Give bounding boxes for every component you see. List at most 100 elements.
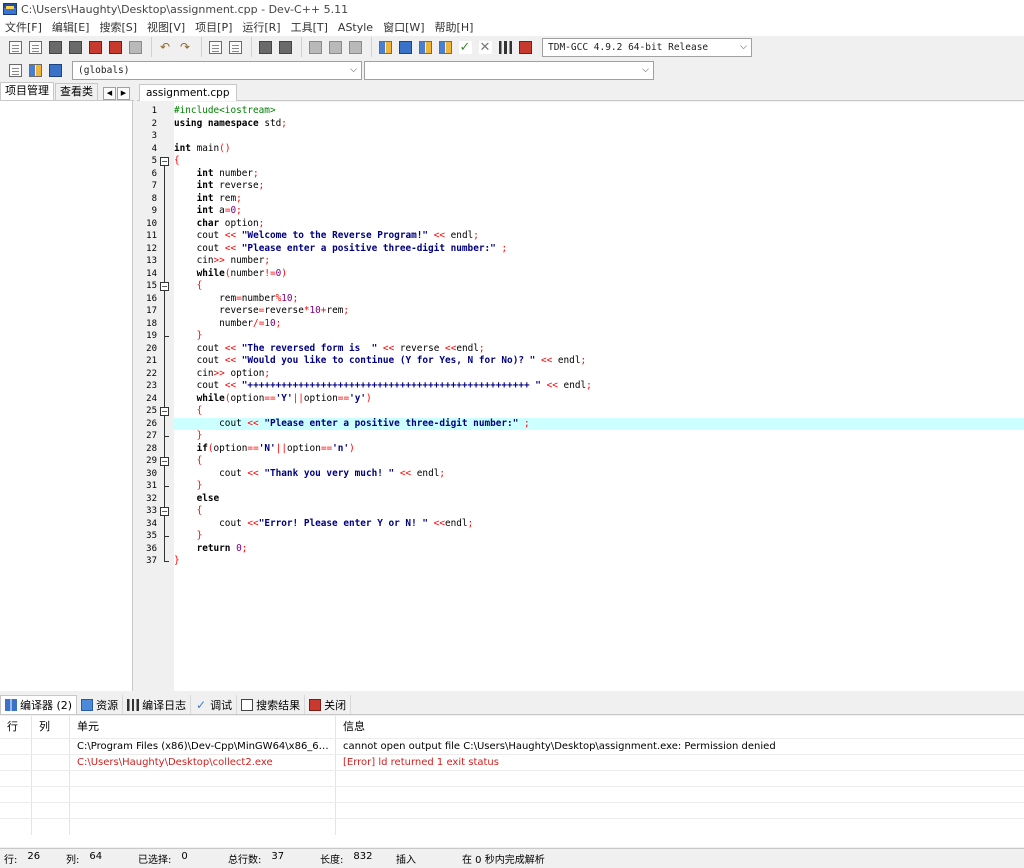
compile-run-button[interactable]: [416, 38, 434, 56]
tab-compile-log[interactable]: 编译日志: [123, 695, 192, 714]
tab-resources[interactable]: 资源: [77, 695, 124, 714]
menu-window[interactable]: 窗口[W]: [378, 19, 429, 35]
code-line[interactable]: int reverse;: [174, 180, 1024, 193]
run-button[interactable]: [396, 38, 414, 56]
tab-class-browser[interactable]: 查看类: [55, 83, 98, 100]
code-line[interactable]: [174, 130, 1024, 143]
project-tree[interactable]: [0, 101, 133, 691]
code-line[interactable]: cout << "The reversed form is " << rever…: [174, 343, 1024, 356]
code-line[interactable]: while(number!=0): [174, 268, 1024, 281]
editor-tab-assignment[interactable]: assignment.cpp: [139, 84, 237, 101]
close-file-button[interactable]: [86, 38, 104, 56]
code-line[interactable]: cout <<"Error! Please enter Y or N! " <<…: [174, 518, 1024, 531]
menu-astyle[interactable]: AStyle: [333, 21, 378, 34]
fold-toggle-icon[interactable]: −: [160, 282, 169, 291]
syntax-check-button[interactable]: ✓: [456, 38, 474, 56]
project-options-button[interactable]: [46, 61, 64, 79]
fold-toggle-icon[interactable]: −: [160, 407, 169, 416]
code-line[interactable]: if(option=='N'||option=='n'): [174, 443, 1024, 456]
header-message[interactable]: 信息: [336, 716, 1024, 738]
stop-button[interactable]: ✕: [476, 38, 494, 56]
compiler-select[interactable]: TDM-GCC 4.9.2 64-bit Release ⌵: [542, 37, 752, 57]
replace-button[interactable]: [226, 38, 244, 56]
code-line[interactable]: else: [174, 493, 1024, 506]
fold-toggle-icon[interactable]: −: [160, 457, 169, 466]
toggle-fullscreen-button[interactable]: [276, 38, 294, 56]
scope-select[interactable]: (globals) ⌵: [72, 60, 362, 80]
table-row[interactable]: C:\Users\Haughty\Desktop\collect2.exe [E…: [0, 754, 1024, 771]
code-line[interactable]: int main(): [174, 143, 1024, 156]
new-file-button[interactable]: [6, 38, 24, 56]
menu-edit[interactable]: 编辑[E]: [47, 19, 95, 35]
fold-toggle-icon[interactable]: −: [160, 507, 169, 516]
code-line[interactable]: }: [174, 330, 1024, 343]
menu-file[interactable]: 文件[F]: [0, 19, 47, 35]
code-line[interactable]: {: [174, 155, 1024, 168]
code-line[interactable]: }: [174, 430, 1024, 443]
code-line[interactable]: cout << "Would you like to continue (Y f…: [174, 355, 1024, 368]
code-line[interactable]: }: [174, 530, 1024, 543]
code-line[interactable]: cout << "Thank you very much! " << endl;: [174, 468, 1024, 481]
code-area[interactable]: #include<iostream> using namespace std; in…: [174, 102, 1024, 691]
add-to-project-button[interactable]: [26, 61, 44, 79]
code-line[interactable]: cin>> option;: [174, 368, 1024, 381]
code-line[interactable]: number/=10;: [174, 318, 1024, 331]
code-line[interactable]: {: [174, 455, 1024, 468]
menu-search[interactable]: 搜索[S]: [94, 19, 142, 35]
code-editor[interactable]: 1 2 3 4 5 6 7 8 9 10 11 12 13 14 15 16 17 18 19 20 21 22 23 24 2…: [137, 102, 1024, 691]
function-select[interactable]: ⌵: [364, 60, 654, 80]
unindent-button[interactable]: [306, 38, 324, 56]
code-line[interactable]: cin>> number;: [174, 255, 1024, 268]
code-line[interactable]: return 0;: [174, 543, 1024, 556]
code-line[interactable]: using namespace std;: [174, 118, 1024, 131]
indent-button[interactable]: [326, 38, 344, 56]
tab-search-results[interactable]: 搜索结果: [237, 695, 306, 714]
profile-button[interactable]: [496, 38, 514, 56]
header-col[interactable]: 列: [32, 716, 70, 738]
delete-profile-button[interactable]: [516, 38, 534, 56]
redo-button[interactable]: ↷: [176, 38, 194, 56]
scroll-right-arrow-icon[interactable]: ▶: [117, 87, 130, 100]
tab-close[interactable]: 关闭: [305, 695, 352, 714]
code-line[interactable]: while(option=='Y'||option=='y'): [174, 393, 1024, 406]
code-line[interactable]: }: [174, 480, 1024, 493]
scroll-left-arrow-icon[interactable]: ◀: [103, 87, 116, 100]
menu-help[interactable]: 帮助[H]: [430, 19, 479, 35]
code-line[interactable]: #include<iostream>: [174, 105, 1024, 118]
header-line[interactable]: 行: [0, 716, 32, 738]
code-line[interactable]: cout << "Please enter a positive three-d…: [174, 243, 1024, 256]
tab-project-manager[interactable]: 项目管理: [0, 82, 54, 100]
code-line[interactable]: int rem;: [174, 193, 1024, 206]
code-line[interactable]: cout << "+++++++++++++++++++++++++++++++…: [174, 380, 1024, 393]
undo-button[interactable]: ↶: [156, 38, 174, 56]
rebuild-all-button[interactable]: [436, 38, 454, 56]
code-line[interactable]: {: [174, 505, 1024, 518]
print-button[interactable]: [126, 38, 144, 56]
menu-tools[interactable]: 工具[T]: [286, 19, 333, 35]
save-button[interactable]: [46, 38, 64, 56]
menu-run[interactable]: 运行[R]: [237, 19, 285, 35]
compile-button[interactable]: [376, 38, 394, 56]
save-all-button[interactable]: [66, 38, 84, 56]
header-unit[interactable]: 单元: [70, 716, 336, 738]
menu-project[interactable]: 项目[P]: [190, 19, 237, 35]
code-line[interactable]: {: [174, 280, 1024, 293]
code-line[interactable]: cout << "Please enter a positive three-d…: [174, 417, 1024, 430]
new-project-button[interactable]: [6, 61, 24, 79]
tab-compiler[interactable]: 编译器 (2): [0, 695, 78, 714]
fold-toggle-icon[interactable]: −: [160, 157, 169, 166]
code-line[interactable]: reverse=reverse*10+rem;: [174, 305, 1024, 318]
code-line[interactable]: }: [174, 555, 1024, 568]
comment-button[interactable]: [346, 38, 364, 56]
code-line[interactable]: {: [174, 405, 1024, 418]
code-line[interactable]: cout << "Welcome to the Reverse Program!…: [174, 230, 1024, 243]
menu-view[interactable]: 视图[V]: [142, 19, 190, 35]
goto-line-button[interactable]: [256, 38, 274, 56]
close-all-button[interactable]: [106, 38, 124, 56]
tab-debug[interactable]: ✓ 调试: [191, 695, 238, 714]
find-button[interactable]: [206, 38, 224, 56]
code-line[interactable]: rem=number%10;: [174, 293, 1024, 306]
open-file-button[interactable]: [26, 38, 44, 56]
table-row[interactable]: C:\Program Files (x86)\Dev-Cpp\MinGW64\x…: [0, 738, 1024, 755]
code-line[interactable]: int a=0;: [174, 205, 1024, 218]
